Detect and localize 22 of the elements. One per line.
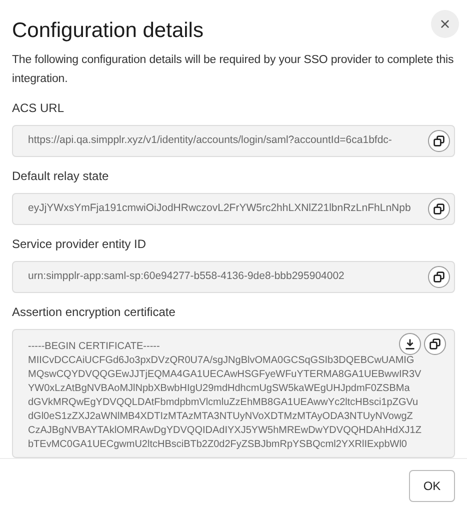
copy-button[interactable]: [424, 333, 446, 355]
read-only-field[interactable]: https://api.qa.simpplr.xyz/v1/identity/accounts/login/saml?accountId=6ca1bfdc-: [12, 125, 455, 157]
field-label: Default relay state: [12, 168, 110, 185]
copy-icon: [429, 338, 441, 350]
certificate-field[interactable]: -----BEGIN CERTIFICATE----- MIICvDCCAiUCFGd6Jo3pxDVzQR0U7A/sgJNgBlvOMA0GCSqGSIb3DQEBCwUAMIG MQswCQYDVQQGEwJJTjEQMA4GA1UECAwHSGFyeWFuYTERMA8GA1UEBwwIR3V YW0xLzAtBgNVBAoMJlNpbXBwbHIgU29mdHdhcmUgSW5kaWEgUHJpdmF0ZSBMa dGVkMRQwEgYDVQQLDAtFbmdpbmVlcmluZzEhMB8GA1UEAwwYc2ltcHBsci1pZGVu dGl0eS1zZXJ2aWNlMB4XDTIzMTAzMTA3NTUyNVoXDTMzMTAyODA3NTUyNVowgZ CzAJBgNVBAYTAklOMRAwDgYDVQQIDAdIYXJ5YW5hMREwDwYDVQQHDAhHdXJ1Z bTEvMC0GA1UECgwmU2ltcHBsciBTb2Z0d2FyZSBJbmRpYSBQcml2YXRlIExpbWl0: [12, 329, 455, 458]
close-button[interactable]: ×: [431, 10, 459, 38]
read-only-field[interactable]: eyJjYWxsYmFja191cmwiOiJodHRwczovL2FrYW5rc2hhLXNlZ21lbnRzLnFhLnNpb: [12, 193, 455, 225]
copy-button[interactable]: [428, 198, 450, 220]
download-icon: [404, 338, 416, 350]
copy-button[interactable]: [428, 266, 450, 288]
field-label: ACS URL: [12, 100, 66, 117]
dialog-description: The following configuration details will be required by your SSO provider to complete this integration.: [12, 53, 455, 87]
field-label: Service provider entity ID: [12, 236, 148, 253]
download-button[interactable]: [399, 333, 421, 355]
read-only-field[interactable]: urn:simpplr-app:saml-sp:60e94277-b558-4136-9de8-bbb295904002: [12, 261, 455, 293]
copy-icon: [433, 271, 445, 283]
ok-button[interactable]: OK: [409, 470, 455, 502]
copy-button[interactable]: [428, 130, 450, 152]
dialog-title: Configuration details: [12, 18, 204, 44]
copy-icon: [433, 135, 445, 147]
field-label: Assertion encryption certificate: [12, 304, 176, 321]
copy-icon: [433, 203, 445, 215]
